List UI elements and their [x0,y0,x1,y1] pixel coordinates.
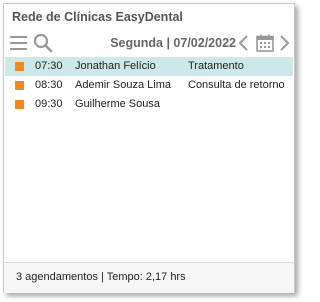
appointment-row[interactable]: 09:30 Guilherme Sousa [5,95,293,114]
calendar-icon[interactable] [255,33,275,53]
current-date-label: Segunda | 07/02/2022 [110,36,236,50]
chevron-right-icon[interactable] [279,34,291,52]
patient-name: Ademir Souza Lima [75,79,171,91]
status-marker [15,81,24,90]
appointment-list: 07:30 Jonathan Felício Tratamento 08:30 … [5,57,293,114]
summary-text: 3 agendamentos | Tempo: 2,17 hrs [16,271,186,283]
appointment-time: 08:30 [35,79,63,91]
status-marker [15,100,24,109]
summary-footer: 3 agendamentos | Tempo: 2,17 hrs [4,262,294,293]
agenda-toolbar: Segunda | 07/02/2022 [4,31,294,55]
appointment-row[interactable]: 07:30 Jonathan Felício Tratamento [5,57,293,76]
appointment-time: 09:30 [35,98,63,110]
appointment-time: 07:30 [35,60,63,72]
appointment-row[interactable]: 08:30 Ademir Souza Lima Consulta de reto… [5,76,293,95]
search-icon[interactable] [33,33,53,53]
status-marker [15,62,24,71]
appointment-type: Consulta de retorno [188,79,285,91]
agenda-widget: Rede de Clínicas EasyDental Segunda | 07… [3,3,295,293]
widget-title: Rede de Clínicas EasyDental [12,10,183,24]
chevron-left-icon[interactable] [237,34,249,52]
appointment-type: Tratamento [188,60,244,72]
patient-name: Jonathan Felício [75,60,156,72]
hamburger-menu-icon[interactable] [10,35,27,51]
patient-name: Guilherme Sousa [75,98,160,110]
